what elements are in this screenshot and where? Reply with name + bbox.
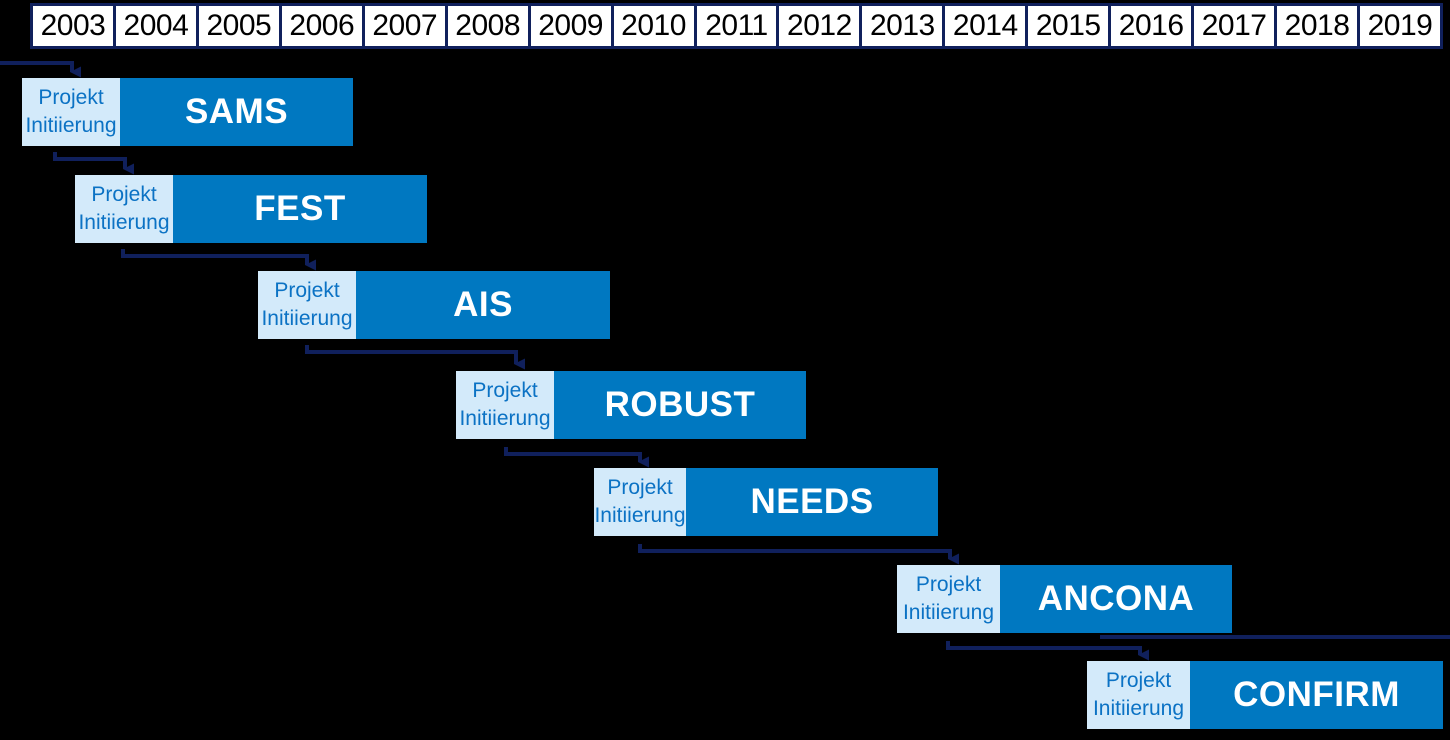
connector-ais-to-robust [305,345,525,370]
project-bar-robust[interactable]: ROBUST [554,371,806,439]
initiation-box-fest[interactable]: Projekt Initiierung [75,175,173,243]
year-header-row: 2003 2004 2005 2006 2007 2008 2009 2010 2011 2012… [30,3,1443,49]
year-cell-2003: 2003 [33,6,116,46]
year-cell-2010: 2010 [613,6,697,46]
project-bar-sams[interactable]: SAMS [120,78,353,146]
year-cell-2013: 2013 [862,6,946,46]
project-bar-ancona[interactable]: ANCONA [1000,565,1232,633]
initiation-label-line2: Initiierung [25,114,117,137]
initiation-label-line2: Initiierung [1092,697,1185,720]
initiation-label-line2: Initiierung [902,601,995,624]
year-cell-2015: 2015 [1028,6,1112,46]
project-row-needs: Projekt Initiierung NEEDS [0,468,1450,536]
year-cell-2017: 2017 [1194,6,1278,46]
connector-entry-to-sams [0,61,81,78]
project-row-ais: Projekt Initiierung AIS [0,271,1450,339]
project-row-robust: Projekt Initiierung ROBUST [0,371,1450,439]
initiation-label-line1: Projekt [607,476,673,499]
project-bar-fest[interactable]: FEST [173,175,427,243]
initiation-box-ancona[interactable]: Projekt Initiierung [897,565,1000,633]
connector-sams-to-fest [53,152,134,175]
initiation-label-line1: Projekt [1105,669,1172,692]
initiation-box-sams[interactable]: Projekt Initiierung [22,78,120,146]
year-cell-2019: 2019 [1360,6,1440,46]
initiation-label-line1: Projekt [274,279,340,302]
initiation-box-ais[interactable]: Projekt Initiierung [258,271,356,339]
year-cell-2018: 2018 [1277,6,1360,46]
project-row-fest: Projekt Initiierung FEST [0,175,1450,243]
project-row-sams: Projekt Initiierung SAMS [0,78,1450,146]
project-row-ancona: Projekt Initiierung ANCONA [0,565,1450,633]
initiation-label-line1: Projekt [472,379,538,402]
initiation-label-line1: Projekt [915,573,982,596]
initiation-label-line1: Projekt [38,86,104,109]
initiation-label-line2: Initiierung [594,504,686,527]
connector-robust-to-needs [504,447,649,468]
project-bar-confirm[interactable]: CONFIRM [1190,661,1443,729]
year-cell-2007: 2007 [364,6,448,46]
year-cell-2011: 2011 [696,6,780,46]
initiation-label-line2: Initiierung [459,407,551,430]
year-cell-2009: 2009 [530,6,614,46]
project-row-confirm: Projekt Initiierung CONFIRM [0,661,1450,729]
year-cell-2006: 2006 [281,6,365,46]
year-cell-2012: 2012 [779,6,863,46]
initiation-box-robust[interactable]: Projekt Initiierung [456,371,554,439]
connector-fest-to-ais [121,249,316,271]
year-cell-2016: 2016 [1111,6,1195,46]
year-cell-2005: 2005 [198,6,282,46]
project-bar-ais[interactable]: AIS [356,271,610,339]
initiation-box-needs[interactable]: Projekt Initiierung [594,468,686,536]
initiation-label-line2: Initiierung [261,307,353,330]
year-cell-2008: 2008 [447,6,531,46]
year-cell-2014: 2014 [945,6,1029,46]
initiation-label-line2: Initiierung [78,211,170,234]
diagram-canvas: 2003 2004 2005 2006 2007 2008 2009 2010 2011 2012… [0,0,1450,740]
connector-ancona-to-confirm [946,641,1149,661]
initiation-box-confirm[interactable]: Projekt Initiierung [1087,661,1190,729]
connector-needs-to-ancona [638,544,959,565]
initiation-label-line1: Projekt [91,183,157,206]
year-cell-2004: 2004 [115,6,199,46]
project-bar-needs[interactable]: NEEDS [686,468,938,536]
